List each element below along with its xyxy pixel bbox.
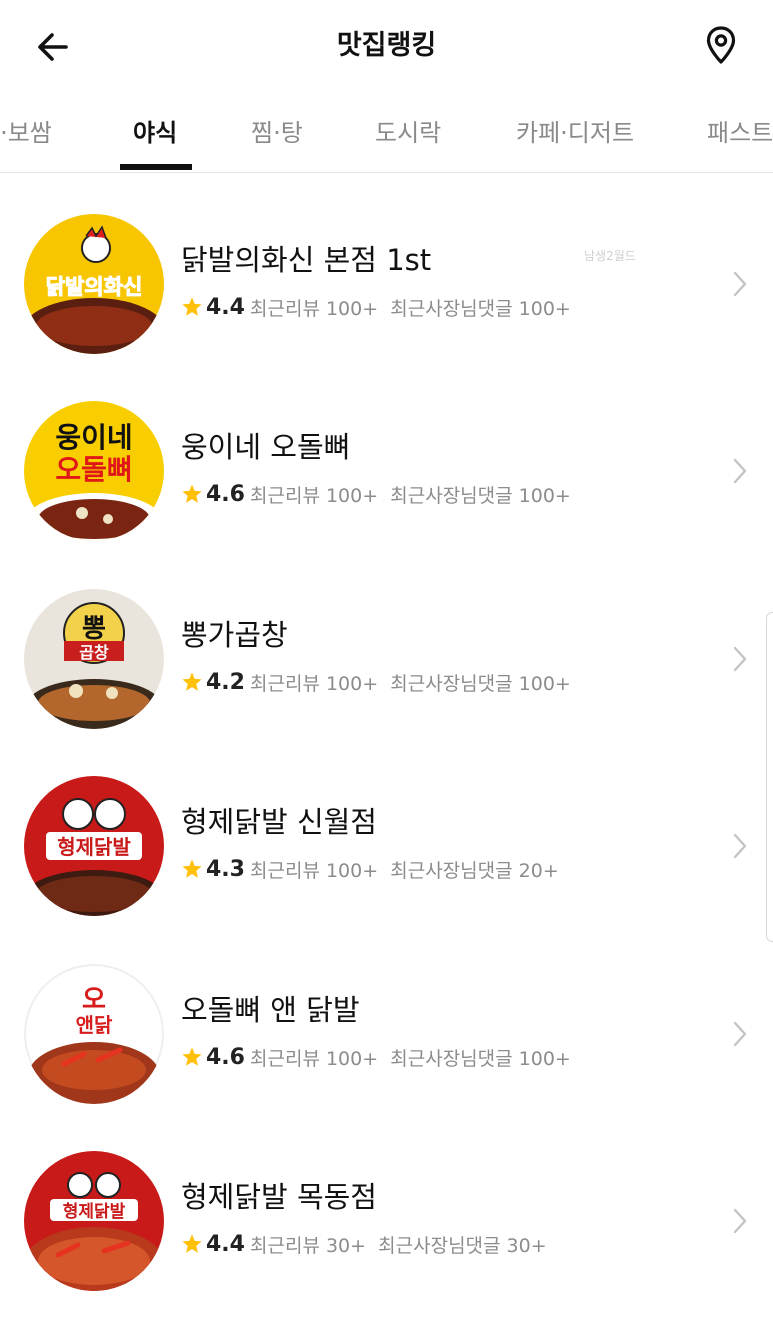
tab-fastfood[interactable]: 패스트푸드 [707, 116, 773, 150]
owner-reply-count: 최근사장님댓글 100+ [390, 485, 571, 507]
logo-text-line1: 웅이네 [55, 421, 132, 454]
owner-reply-count: 최근사장님댓글 20+ [390, 860, 559, 882]
owner-reply-count: 최근사장님댓글 100+ [390, 673, 571, 695]
rating-value: 4.2 [206, 670, 245, 695]
map-pin-icon[interactable] [698, 22, 744, 68]
restaurant-logo: 오 앤닭 [24, 964, 164, 1104]
chevron-right-icon [733, 1208, 747, 1234]
list-item[interactable]: 형제닭발 형제닭발 신월점 4.3 최근리뷰 100+ 최근사장님댓글 20+ [0, 762, 773, 932]
tab-cafe-dessert[interactable]: 카페·디저트 [516, 116, 634, 150]
restaurant-logo: 형제닭발 [24, 776, 164, 916]
owner-reply-count: 최근사장님댓글 100+ [390, 298, 571, 320]
review-count: 최근리뷰 30+ [250, 1235, 367, 1257]
app-header: 맛집랭킹 [0, 0, 773, 92]
restaurant-name: 오돌뼈 앤 닭발 [181, 993, 360, 1027]
chevron-right-icon [733, 271, 747, 297]
logo-text-line2: 곱창 [79, 643, 109, 662]
star-icon [182, 859, 202, 878]
list-item[interactable]: 뽕 곱창 뽕가곱창 4.2 최근리뷰 100+ 최근사장님댓글 100+ [0, 575, 773, 745]
star-icon [182, 297, 202, 316]
tab-dosirak[interactable]: 도시락 [375, 116, 441, 150]
rating-value: 4.4 [206, 1232, 245, 1257]
tab-yasik[interactable]: 야식 [133, 116, 177, 150]
active-tab-indicator [120, 164, 192, 170]
restaurant-name: 형제닭발 신월점 [181, 805, 377, 839]
restaurant-name: 닭발의화신 본점 1st [181, 243, 432, 277]
restaurant-name: 형제닭발 목동점 [181, 1180, 377, 1214]
logo-text: 닭발의화신 [46, 275, 143, 299]
list-item[interactable]: 형제닭발 형제닭발 목동점 4.4 최근리뷰 30+ 최근사장님댓글 30+ [0, 1137, 773, 1307]
star-icon [182, 1234, 202, 1253]
logo-text-line2: 앤닭 [76, 1013, 113, 1037]
category-tabs: 찜·보쌈 야식 찜·탕 도시락 카페·디저트 패스트푸드 [0, 100, 773, 173]
restaurant-logo: 웅이네 오돌뼈 [24, 401, 164, 541]
rating-value: 4.3 [206, 857, 245, 882]
star-icon [182, 672, 202, 691]
owner-reply-count: 최근사장님댓글 30+ [378, 1235, 547, 1257]
scrollbar[interactable] [766, 612, 773, 942]
chevron-right-icon [733, 458, 747, 484]
logo-text: 형제닭발 [63, 1201, 126, 1222]
restaurant-logo: 닭발의화신 [24, 214, 164, 354]
owner-reply-count: 최근사장님댓글 100+ [390, 1048, 571, 1070]
rating-value: 4.6 [206, 482, 245, 507]
restaurant-name: 웅이네 오돌뼈 [181, 430, 351, 464]
chevron-right-icon [733, 646, 747, 672]
tab-jjim-bossam[interactable]: 찜·보쌈 [0, 116, 52, 150]
logo-text-line1: 오 [82, 985, 106, 1015]
logo-text: 형제닭발 [57, 835, 131, 859]
logo-text-line2: 오돌뼈 [55, 453, 132, 486]
restaurant-logo: 뽕 곱창 [24, 589, 164, 729]
page-title: 맛집랭킹 [336, 30, 437, 61]
review-count: 최근리뷰 100+ [250, 298, 379, 320]
restaurant-logo: 형제닭발 [24, 1151, 164, 1291]
list-item[interactable]: 오 앤닭 오돌뼈 앤 닭발 4.6 최근리뷰 100+ 최근사장님댓글 100+ [0, 950, 773, 1120]
list-item[interactable]: 닭발의화신 닭발의화신 본점 1st 4.4 최근리뷰 100+ 최근사장님댓글… [0, 200, 773, 370]
review-count: 최근리뷰 100+ [250, 485, 379, 507]
star-icon [182, 1047, 202, 1066]
review-count: 최근리뷰 100+ [250, 860, 379, 882]
logo-text-line1: 뽕 [82, 614, 106, 644]
rating-value: 4.4 [206, 295, 245, 320]
review-count: 최근리뷰 100+ [250, 673, 379, 695]
tab-jjim-tang[interactable]: 찜·탕 [251, 116, 303, 150]
chevron-right-icon [733, 1021, 747, 1047]
restaurant-name: 뽕가곱창 [181, 618, 288, 652]
list-item[interactable]: 웅이네 오돌뼈 웅이네 오돌뼈 4.6 최근리뷰 100+ 최근사장님댓글 10… [0, 387, 773, 557]
rating-value: 4.6 [206, 1045, 245, 1070]
review-count: 최근리뷰 100+ [250, 1048, 379, 1070]
chevron-right-icon [733, 833, 747, 859]
star-icon [182, 484, 202, 503]
